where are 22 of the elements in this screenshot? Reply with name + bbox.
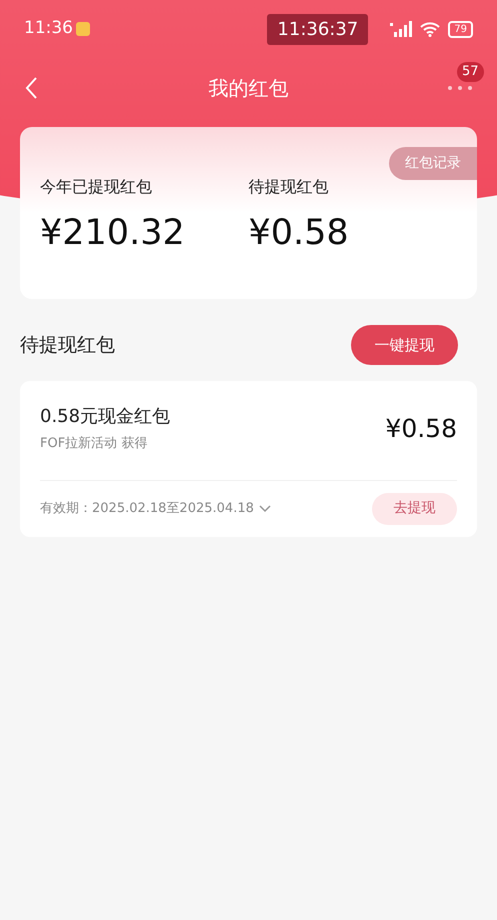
- page-title: 我的红包: [208, 75, 288, 102]
- records-button[interactable]: 红包记录: [389, 147, 477, 180]
- wifi-icon: [420, 21, 440, 37]
- status-time: 11:36: [24, 17, 73, 40]
- stat-amount: ¥0.58: [248, 212, 350, 255]
- packet-title: 0.58元现金红包: [40, 405, 170, 429]
- section-title: 待提现红包: [20, 332, 115, 358]
- more-icon[interactable]: [447, 84, 473, 92]
- signal-icon: [390, 21, 414, 37]
- stat-label: 今年已提现红包: [40, 176, 153, 198]
- stat-amount: ¥210.32: [40, 212, 186, 255]
- stat-label: 待提现红包: [248, 176, 330, 198]
- validity-period: 有效期：2025.02.18至2025.04.18: [40, 500, 254, 518]
- clock-overlay: 11:36:37: [267, 14, 368, 44]
- back-icon[interactable]: [24, 76, 38, 100]
- notification-icon: [76, 22, 90, 36]
- withdraw-button[interactable]: 去提现: [372, 492, 457, 524]
- packet-amount: ¥0.58: [385, 412, 457, 444]
- withdraw-all-button[interactable]: 一键提现: [351, 325, 458, 365]
- chevron-down-icon[interactable]: [258, 504, 271, 512]
- battery-indicator: 79: [448, 20, 473, 38]
- packet-source: FOF拉新活动 获得: [40, 435, 148, 453]
